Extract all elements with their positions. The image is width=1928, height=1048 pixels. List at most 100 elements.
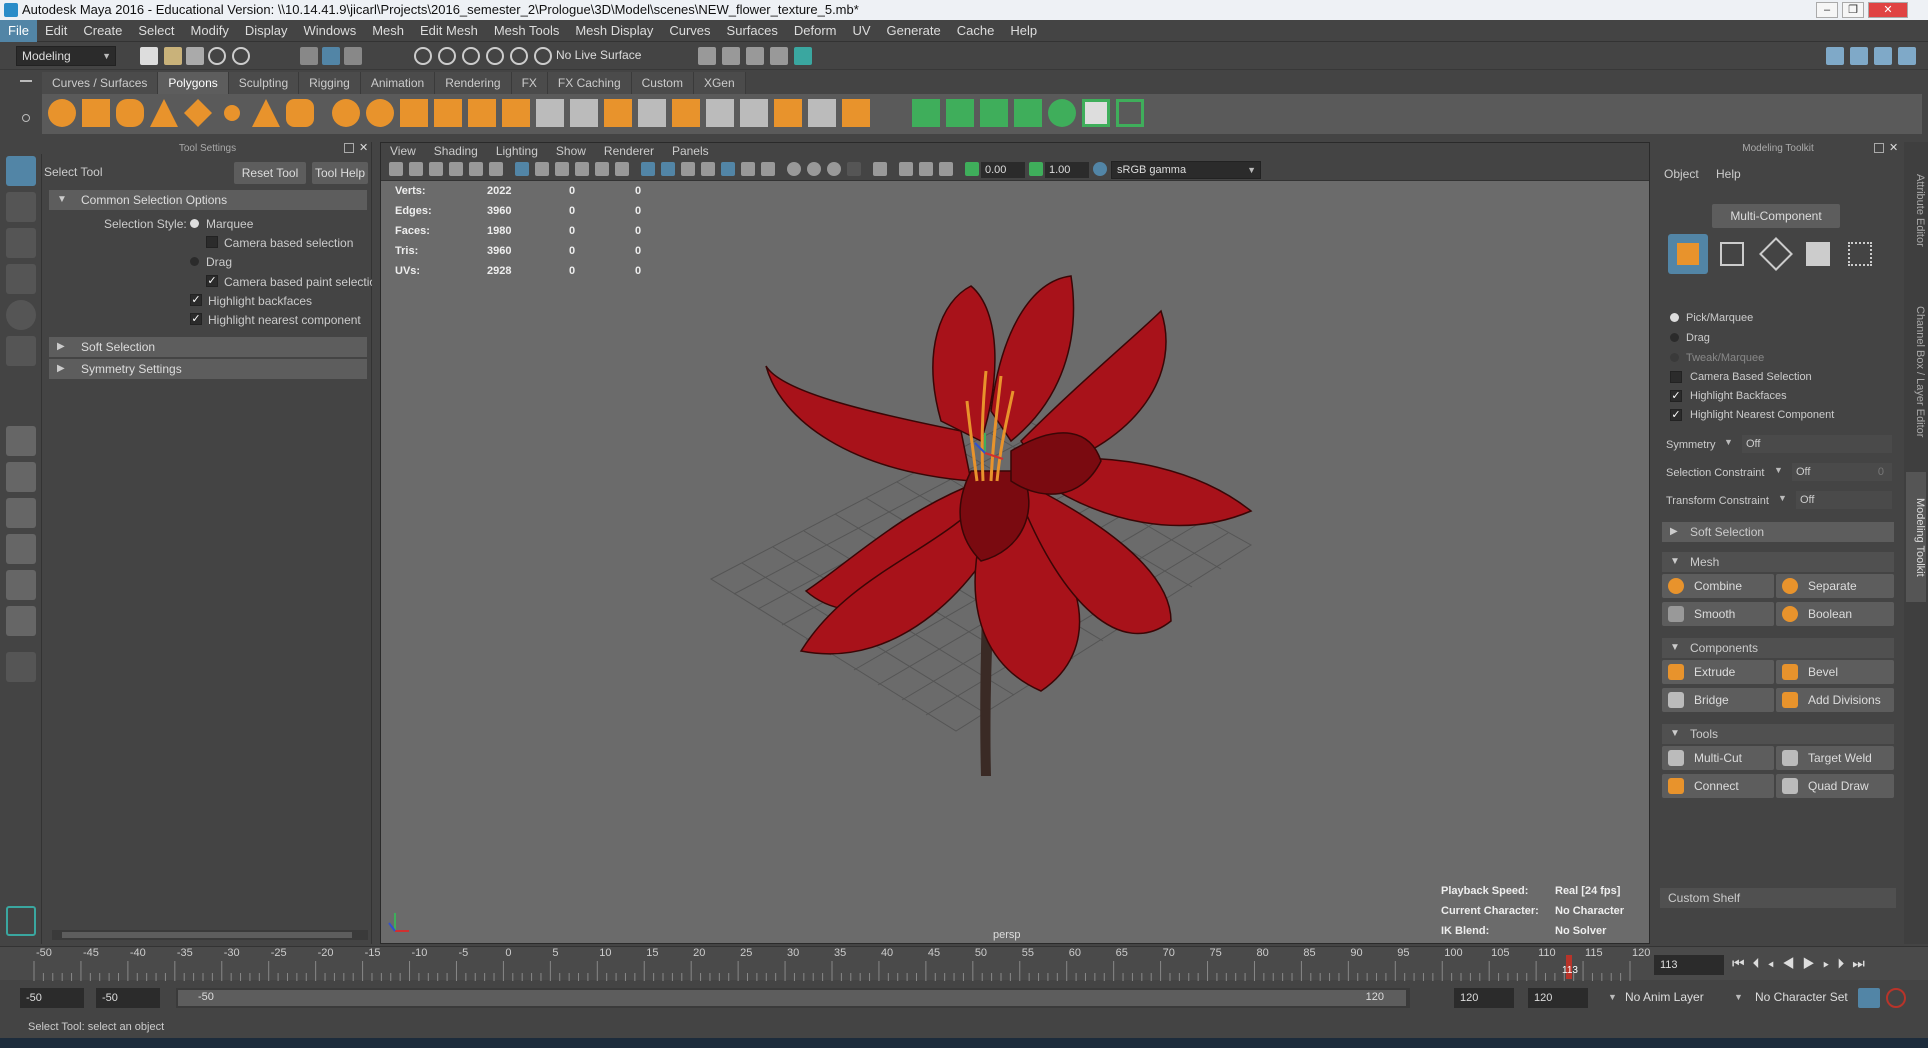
step-back-key-icon[interactable]: ⏴ [1753, 955, 1768, 971]
shelf-tab-custom[interactable]: Custom [631, 72, 694, 94]
separate-shelf-icon[interactable] [434, 99, 462, 127]
toolkit-close-icon[interactable]: ✕ [1889, 141, 1898, 154]
multi-cut-button[interactable]: Multi-Cut [1662, 746, 1774, 770]
smooth-button[interactable]: Smooth [1662, 602, 1774, 626]
panel-float-icon[interactable] [344, 143, 354, 153]
toolkit-float-icon[interactable] [1874, 143, 1884, 153]
spherical-mapping-icon[interactable] [980, 99, 1008, 127]
persp-graph-layout-icon[interactable] [6, 534, 36, 564]
anim-layer-dropdown[interactable]: No Anim Layer [1620, 988, 1738, 1008]
menu-edit-mesh[interactable]: Edit Mesh [412, 20, 486, 42]
shelf-tab-curves-surfaces[interactable]: Curves / Surfaces [42, 72, 159, 94]
highlight-backfaces-checkbox[interactable]: ✓ [190, 294, 202, 306]
render-frame-icon[interactable] [722, 47, 740, 65]
exposure-icon[interactable] [965, 162, 979, 176]
extract-icon[interactable] [808, 99, 836, 127]
boolean-shelf-icon[interactable] [502, 99, 530, 127]
save-scene-icon[interactable] [186, 47, 204, 65]
menu-cache[interactable]: Cache [949, 20, 1003, 42]
camera-paint-checkbox[interactable]: ✓ [206, 275, 218, 287]
paint-select-tool-icon[interactable] [6, 228, 36, 258]
lasso-tool-icon[interactable] [6, 192, 36, 222]
workspace-layout-2-icon[interactable] [1850, 47, 1868, 65]
soft-selection-header[interactable]: ▶ Soft Selection [49, 337, 367, 357]
components-section[interactable]: ▼ Components [1662, 638, 1894, 658]
edge-mode-icon[interactable] [1759, 237, 1793, 271]
drag-radio[interactable] [190, 257, 199, 266]
symmetry-settings-header[interactable]: ▶ Symmetry Settings [49, 359, 367, 379]
shelf-menu[interactable] [8, 72, 38, 134]
viewport-menu-lighting[interactable]: Lighting [487, 143, 547, 159]
motion-blur-icon[interactable] [807, 162, 821, 176]
multi-component-button[interactable]: Multi-Component [1712, 204, 1840, 228]
grid-toggle-icon[interactable] [515, 162, 529, 176]
poly-pyramid-icon[interactable] [252, 99, 280, 127]
default-material-icon[interactable] [681, 162, 695, 176]
select-component-icon[interactable] [344, 47, 362, 65]
poly-pipe-icon[interactable] [286, 99, 314, 127]
xray-active-icon[interactable] [919, 162, 933, 176]
transform-constraint-field[interactable]: Off [1796, 491, 1892, 509]
bridge-shelf-icon[interactable] [638, 99, 666, 127]
tweak-marquee-radio[interactable] [1670, 353, 1679, 362]
shelf-tab-animation[interactable]: Animation [360, 72, 436, 94]
uv-layout-preset-icon[interactable] [6, 606, 36, 636]
modeling-toolkit-tab[interactable]: Modeling Toolkit [1906, 472, 1926, 602]
highlight-nearest-checkbox-tk[interactable]: ✓ [1670, 409, 1682, 421]
new-scene-icon[interactable] [140, 47, 158, 65]
highlight-nearest-checkbox[interactable]: ✓ [190, 313, 202, 325]
select-tool-icon[interactable] [6, 156, 36, 186]
panel-close-icon[interactable]: ✕ [359, 141, 368, 154]
shelf-tab-polygons[interactable]: Polygons [158, 72, 229, 94]
super-shape-icon[interactable] [366, 99, 394, 127]
smooth-shelf-icon[interactable] [468, 99, 496, 127]
textured-icon[interactable] [701, 162, 715, 176]
menu-file[interactable]: File [0, 20, 37, 42]
range-slider-handle[interactable] [178, 990, 1406, 1006]
menu-windows[interactable]: Windows [295, 20, 364, 42]
symmetry-field[interactable]: Off [1742, 435, 1892, 453]
transform-constraint-arrow[interactable]: ▼ [1778, 493, 1787, 503]
uv-checker-icon[interactable] [1082, 99, 1110, 127]
poly-torus-icon[interactable] [218, 99, 246, 127]
hypershade-icon[interactable] [794, 47, 812, 65]
viewport-menu-renderer[interactable]: Renderer [595, 143, 663, 159]
scene-start-field[interactable]: -50 [20, 988, 84, 1008]
menu-edit[interactable]: Edit [37, 20, 75, 42]
open-scene-icon[interactable] [164, 47, 182, 65]
select-object-icon[interactable] [322, 47, 340, 65]
perspective-viewport[interactable]: View Shading Lighting Show Renderer Panels 0.… [380, 142, 1650, 944]
shelf-tab-rendering[interactable]: Rendering [435, 72, 512, 94]
anti-aliasing-icon[interactable] [827, 162, 841, 176]
hypershade-layout-icon[interactable] [6, 570, 36, 600]
poly-plane-icon[interactable] [184, 99, 212, 127]
multi-cut-shelf-icon[interactable] [536, 99, 564, 127]
step-forward-key-icon[interactable]: ⏵ [1837, 955, 1852, 971]
four-view-layout-icon[interactable] [6, 462, 36, 492]
poly-helix-icon[interactable] [332, 99, 360, 127]
depth-of-field-icon[interactable] [847, 162, 861, 176]
workspace-layout-3-icon[interactable] [1874, 47, 1892, 65]
marquee-radio[interactable] [190, 219, 199, 228]
menu-surfaces[interactable]: Surfaces [719, 20, 786, 42]
ambient-occlusion-icon[interactable] [787, 162, 801, 176]
anim-layer-arrow[interactable]: ▼ [1608, 992, 1617, 1002]
bridge-button[interactable]: Bridge [1662, 688, 1774, 712]
render-settings-icon[interactable] [770, 47, 788, 65]
menu-modify[interactable]: Modify [183, 20, 237, 42]
move-tool-icon[interactable] [6, 264, 36, 294]
uv-mode-icon[interactable] [1848, 242, 1872, 266]
persp-outliner-layout-icon[interactable] [6, 498, 36, 528]
exposure-field[interactable]: 0.00 [981, 162, 1025, 178]
camera-attributes-icon[interactable] [409, 162, 423, 176]
time-slider[interactable]: -50 -45 -40 -35 -30 -25 -20 -15 -10 -5 0 5 10 15 20 25 3… [0, 946, 1928, 981]
fill-hole-icon[interactable] [774, 99, 802, 127]
target-weld-shelf-icon[interactable] [706, 99, 734, 127]
menu-help[interactable]: Help [1002, 20, 1045, 42]
selection-constraint-field[interactable]: Off 0 [1792, 463, 1892, 481]
backface-culling-icon[interactable] [939, 162, 953, 176]
quad-draw-shelf-icon[interactable] [740, 99, 768, 127]
redo-icon[interactable] [232, 47, 250, 65]
magnet-icon[interactable] [534, 47, 552, 65]
boolean-button[interactable]: Boolean [1776, 602, 1894, 626]
